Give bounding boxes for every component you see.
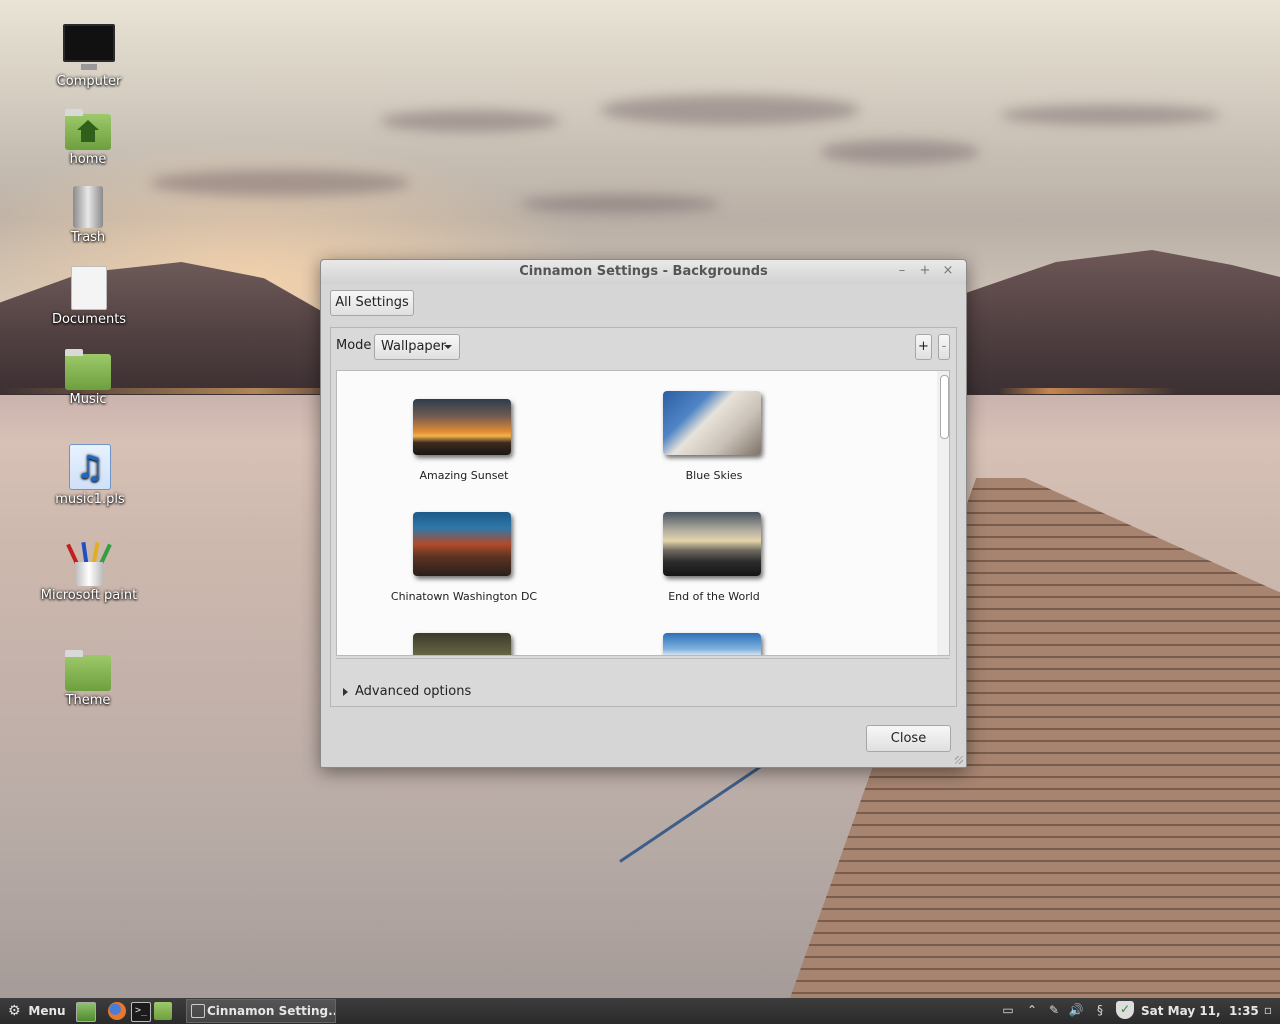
theme-folder-icon: [65, 650, 111, 691]
paint-icon: [66, 541, 112, 586]
expander-arrow-icon: [343, 687, 348, 696]
divider: [336, 658, 950, 659]
mode-label: Mode: [336, 338, 372, 353]
close-button[interactable]: Close: [866, 725, 951, 752]
computer-icon: [63, 24, 115, 70]
mode-dropdown[interactable]: Wallpaper: [374, 334, 460, 360]
tray-chevron-up-icon[interactable]: ⌃: [1024, 1002, 1040, 1018]
taskbar-window-button[interactable]: Cinnamon Setting...: [186, 999, 336, 1023]
advanced-options-expander[interactable]: Advanced options: [343, 684, 471, 699]
gear-icon: ⚙: [8, 1003, 21, 1019]
house-roof: [77, 120, 99, 130]
document-icon: [71, 266, 107, 310]
music-folder-icon: [65, 349, 111, 390]
desktop-icon-label: Trash: [70, 230, 106, 245]
desktop-icon-label: Microsoft paint: [40, 588, 138, 603]
desktop-icon-label: Music: [69, 392, 107, 407]
cloud: [1000, 105, 1220, 125]
wallpaper-label: End of the World: [668, 590, 760, 603]
firefox-icon[interactable]: [108, 1002, 126, 1020]
cloud: [600, 95, 860, 125]
wallpaper-thumb-blue-skies[interactable]: [663, 391, 761, 455]
desktop-icon-trash[interactable]: Trash: [33, 186, 143, 245]
menu-button[interactable]: ⚙ Menu: [8, 998, 70, 1024]
show-desktop-icon[interactable]: [76, 1002, 96, 1022]
display-icon[interactable]: ▫: [1260, 1002, 1276, 1018]
desktop-icon-label: Computer: [56, 74, 122, 89]
desktop-icon-music1[interactable]: ♫ music1.pls: [35, 444, 145, 507]
taskbar-window-label: Cinnamon Setting...: [207, 1004, 336, 1018]
wallpaper-thumb-partial[interactable]: [413, 633, 511, 655]
desktop-icon-computer[interactable]: Computer: [34, 24, 144, 89]
wallpaper-thumb-amazing-sunset[interactable]: [413, 399, 511, 455]
minimize-button[interactable]: –: [895, 264, 909, 278]
tray-window-list-icon[interactable]: ▭: [1000, 1002, 1016, 1018]
desktop-icon-home[interactable]: home: [33, 109, 143, 167]
desktop-icon-label: Theme: [65, 693, 111, 708]
files-icon[interactable]: [154, 1002, 172, 1020]
window-titlebar[interactable]: Cinnamon Settings - Backgrounds – + ×: [321, 260, 966, 284]
wallpaper-gallery[interactable]: Amazing Sunset Blue Skies Chinatown Wash…: [336, 370, 950, 656]
hill: [960, 250, 1280, 400]
wallpaper-label: Blue Skies: [685, 469, 743, 482]
menu-label: Menu: [28, 1004, 66, 1018]
tray-app-icon[interactable]: §: [1092, 1002, 1108, 1018]
advanced-options-label: Advanced options: [355, 684, 472, 699]
trash-icon: [73, 186, 103, 228]
cloud: [380, 110, 560, 132]
add-wallpaper-button[interactable]: +: [915, 334, 932, 360]
pen-cup: [75, 562, 103, 586]
resize-grip-icon[interactable]: [955, 756, 963, 764]
desktop-icon-label: music1.pls: [55, 492, 125, 507]
clock[interactable]: Sat May 11, 1:35: [1141, 998, 1259, 1024]
remove-wallpaper-button[interactable]: -: [938, 334, 950, 360]
wallpaper-thumb-end-of-world[interactable]: [663, 512, 761, 576]
scrollbar-thumb[interactable]: [940, 375, 949, 439]
terminal-icon[interactable]: >_: [131, 1002, 151, 1022]
desktop-icon-theme[interactable]: Theme: [33, 650, 143, 708]
cloud: [150, 170, 410, 196]
desktop-icon-documents[interactable]: Documents: [34, 266, 144, 327]
music-note-icon: ♫: [69, 444, 111, 490]
cloud: [820, 140, 980, 164]
desktop-icon-paint[interactable]: Microsoft paint: [34, 541, 144, 603]
wallpaper-label: Amazing Sunset: [419, 469, 509, 482]
house-body: [81, 130, 95, 142]
volume-icon[interactable]: 🔊: [1068, 1002, 1084, 1018]
close-window-button[interactable]: ×: [941, 264, 955, 278]
desktop-icon-label: Documents: [51, 312, 127, 327]
desktop-icon-music[interactable]: Music: [33, 349, 143, 407]
mode-dropdown-value: Wallpaper: [381, 339, 447, 354]
cloud: [520, 195, 720, 213]
gallery-scrollbar[interactable]: [937, 371, 949, 655]
wallpaper-label: Chinatown Washington DC: [390, 590, 538, 603]
window-title: Cinnamon Settings - Backgrounds: [519, 264, 768, 279]
settings-window-icon: [191, 1004, 205, 1018]
chevron-down-icon: [444, 345, 452, 349]
wallpaper-thumb-chinatown[interactable]: [413, 512, 511, 576]
taskbar: ⚙ Menu >_ Cinnamon Setting... ▭ ⌃ ✎ 🔊 § …: [0, 998, 1280, 1024]
maximize-button[interactable]: +: [918, 264, 932, 278]
cinnamon-settings-window: Cinnamon Settings - Backgrounds – + × Al…: [320, 259, 967, 768]
home-folder-icon: [65, 109, 111, 150]
wallpaper-thumb-partial[interactable]: [663, 633, 761, 655]
shield-update-icon[interactable]: ✓: [1116, 1001, 1134, 1019]
tray-pen-icon[interactable]: ✎: [1046, 1002, 1062, 1018]
all-settings-button[interactable]: All Settings: [330, 290, 414, 316]
desktop-icon-label: home: [69, 152, 107, 167]
